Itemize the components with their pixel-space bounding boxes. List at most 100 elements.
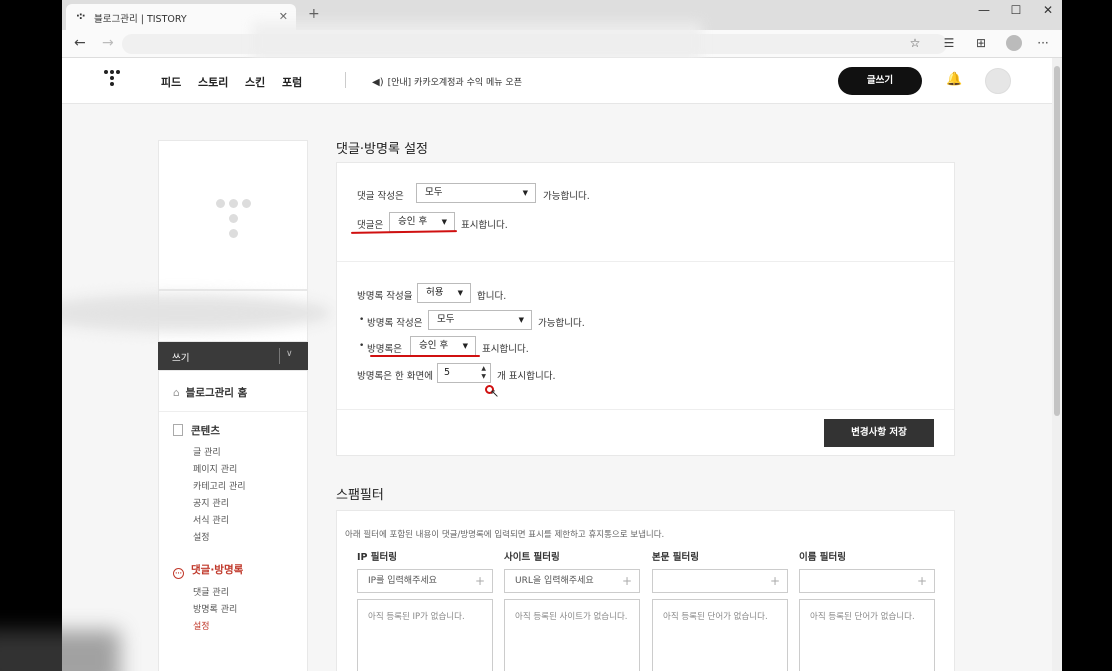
- sidebar-item-notices[interactable]: 공지 관리: [193, 496, 229, 509]
- sidebar-item-comment-settings[interactable]: 설정: [193, 619, 210, 632]
- scrollbar-thumb[interactable]: [1054, 66, 1060, 416]
- more-menu-icon[interactable]: ···: [1034, 36, 1052, 50]
- address-bar: ← → ☆ ☰ ⊞ ···: [62, 22, 1062, 62]
- body-filter-label: 본문 필터링: [652, 552, 700, 563]
- dropdown-arrow-icon: ▼: [522, 189, 528, 197]
- blog-default-image-icon: [213, 199, 253, 241]
- minimize-icon[interactable]: —: [970, 3, 998, 17]
- sidebar-item-comments[interactable]: ··· 댓글·방명록: [173, 562, 243, 579]
- guestbook-display-label: 방명록은: [367, 344, 402, 355]
- guestbook-who-suffix: 가능합니다.: [538, 318, 585, 329]
- dropdown-arrow-icon: ▼: [457, 289, 463, 297]
- new-tab-icon[interactable]: +: [308, 6, 320, 22]
- add-icon[interactable]: +: [770, 570, 780, 592]
- browser-profile-icon[interactable]: [1006, 35, 1022, 51]
- select-value: 승인 후: [398, 216, 428, 227]
- sidebar-item-comment-manage[interactable]: 댓글 관리: [193, 585, 229, 598]
- sidebar-item-contents-settings[interactable]: 설정: [193, 530, 210, 543]
- guestbook-count-suffix: 개 표시합니다.: [497, 371, 556, 382]
- red-underline-annotation: [350, 230, 458, 234]
- maximize-icon[interactable]: ☐: [1002, 3, 1030, 17]
- site-filter-input[interactable]: URL을 입력해주세요 +: [504, 569, 640, 593]
- collections-icon[interactable]: ⊞: [972, 36, 990, 50]
- site-filter-column: 사이트 필터링 URL을 입력해주세요 + 아직 등록된 사이트가 없습니다.: [504, 549, 640, 671]
- url-field[interactable]: [122, 22, 947, 62]
- site-filter-label: 사이트 필터링: [504, 552, 560, 563]
- guestbook-count-stepper[interactable]: 5 ▲ ▼: [437, 363, 491, 383]
- add-icon[interactable]: +: [622, 570, 632, 592]
- screen: ·:· 블로그관리 | TISTORY ✕ + — ☐ ✕ ← → ☆ ☰ ⊞ …: [0, 0, 1112, 671]
- name-filter-input[interactable]: +: [799, 569, 935, 593]
- sidebar-item-guestbook-manage[interactable]: 방명록 관리: [193, 602, 237, 615]
- ip-filter-input[interactable]: IP를 입력해주세요 +: [357, 569, 493, 593]
- sidebar-item-pages[interactable]: 페이지 관리: [193, 462, 237, 475]
- dropdown-arrow-icon: ▼: [518, 316, 524, 324]
- guestbook-display-select[interactable]: 승인 후 ▼: [410, 336, 476, 356]
- favorite-star-icon[interactable]: ☆: [906, 36, 924, 50]
- guestbook-who-select[interactable]: 모두 ▼: [428, 310, 532, 330]
- page-scrollbar[interactable]: [1052, 58, 1062, 671]
- sidebar-item-categories[interactable]: 카테고리 관리: [193, 479, 246, 492]
- avatar[interactable]: [985, 68, 1011, 94]
- comment-display-suffix: 표시합니다.: [461, 220, 508, 231]
- guestbook-display-suffix: 표시합니다.: [482, 344, 529, 355]
- input-placeholder: IP를 입력해주세요: [368, 576, 437, 586]
- name-filter-list: 아직 등록된 단어가 없습니다.: [799, 599, 935, 671]
- stepper-arrows-icon[interactable]: ▲ ▼: [481, 365, 486, 381]
- nav-feed[interactable]: 피드: [161, 74, 181, 90]
- tab-title: 블로그관리 | TISTORY: [94, 14, 187, 25]
- guestbook-write-select[interactable]: 허용 ▼: [417, 283, 471, 303]
- red-underline-annotation: [370, 355, 480, 357]
- tistory-logo-icon[interactable]: [104, 70, 120, 90]
- sidebar-item-contents[interactable]: 콘텐츠: [173, 423, 220, 438]
- favorites-list-icon[interactable]: ☰: [940, 36, 958, 50]
- ip-filter-list: 아직 등록된 IP가 없습니다.: [357, 599, 493, 671]
- guestbook-write-label: 방명록 작성을: [357, 291, 413, 302]
- speaker-icon: ◀): [372, 77, 384, 88]
- guestbook-write-suffix: 합니다.: [477, 291, 507, 302]
- add-icon[interactable]: +: [475, 570, 485, 592]
- back-arrow-icon[interactable]: ←: [74, 35, 86, 51]
- comment-write-suffix: 가능합니다.: [543, 191, 590, 202]
- stepper-value: 5: [444, 367, 451, 378]
- add-icon[interactable]: +: [917, 570, 927, 592]
- blurred-overlay: [0, 630, 120, 671]
- notice-link[interactable]: ◀) [안내] 카카오계정과 수익 메뉴 오픈: [372, 75, 522, 88]
- mouse-cursor-icon: ↖: [490, 387, 500, 400]
- chevron-down-icon[interactable]: ∨: [286, 349, 293, 359]
- sidebar-item-templates[interactable]: 서식 관리: [193, 513, 229, 526]
- select-value: 모두: [437, 314, 455, 325]
- window-close-icon[interactable]: ✕: [1034, 3, 1062, 17]
- write-label: 쓰기: [172, 353, 190, 364]
- nav-story[interactable]: 스토리: [198, 74, 228, 90]
- sidebar-item-home[interactable]: ⌂ 블로그관리 홈: [173, 385, 247, 400]
- sidebar-item-posts[interactable]: 글 관리: [193, 445, 221, 458]
- comment-icon: ···: [173, 568, 184, 579]
- bullet: •: [359, 341, 365, 351]
- nav-skin[interactable]: 스킨: [245, 74, 265, 90]
- tistory-favicon-icon: ·:·: [76, 11, 86, 22]
- comment-write-select[interactable]: 모두 ▼: [416, 183, 536, 203]
- home-icon: ⌂: [173, 387, 180, 399]
- input-placeholder: URL을 입력해주세요: [515, 576, 594, 586]
- nav-forum[interactable]: 포럼: [282, 74, 302, 90]
- bell-icon[interactable]: 🔔: [946, 72, 962, 87]
- save-changes-button[interactable]: 변경사항 저장: [824, 419, 934, 447]
- write-button[interactable]: 글쓰기: [838, 67, 922, 95]
- guestbook-count-label: 방명록은 한 화면에: [357, 371, 433, 382]
- sidebar-write-button[interactable]: 쓰기 ∨: [158, 342, 308, 370]
- body-filter-list: 아직 등록된 단어가 없습니다.: [652, 599, 788, 671]
- sidebar-menu: ⌂ 블로그관리 홈 콘텐츠 글 관리 페이지 관리 카테고리 관리 공지 관리 서…: [158, 370, 308, 671]
- dropdown-arrow-icon: ▼: [441, 218, 447, 226]
- comment-write-label: 댓글 작성은: [357, 191, 404, 202]
- spam-filter-title: 스팸필터: [336, 488, 384, 503]
- select-value: 모두: [425, 187, 443, 198]
- ip-filter-column: IP 필터링 IP를 입력해주세요 + 아직 등록된 IP가 없습니다.: [357, 549, 493, 671]
- comment-display-select[interactable]: 승인 후 ▼: [389, 212, 455, 232]
- body-filter-input[interactable]: +: [652, 569, 788, 593]
- forward-arrow-icon[interactable]: →: [102, 35, 114, 51]
- sidebar-item-label: 콘텐츠: [191, 425, 220, 437]
- document-icon: [173, 424, 183, 436]
- divider: [345, 72, 346, 88]
- sidebar-item-label: 댓글·방명록: [191, 564, 244, 576]
